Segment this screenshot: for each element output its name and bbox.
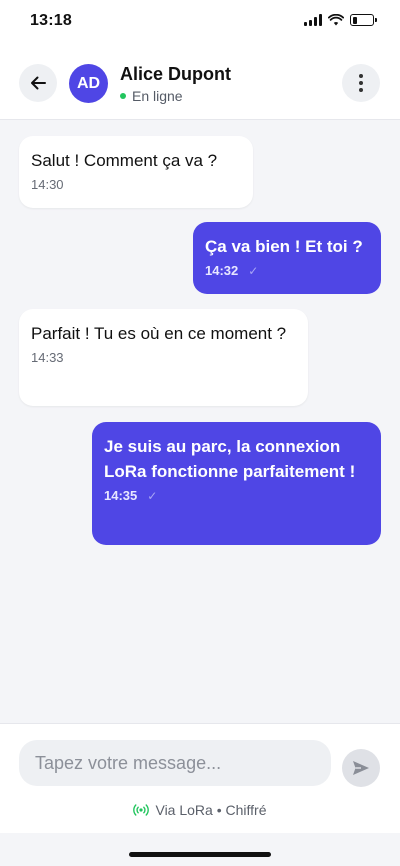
battery-icon bbox=[350, 14, 377, 26]
message-bubble-outgoing[interactable]: Je suis au parc, la connexion LoRa fonct… bbox=[92, 422, 381, 545]
message-composer: Via LoRa • Chiffré bbox=[0, 723, 400, 833]
more-options-button[interactable] bbox=[342, 64, 380, 102]
radio-signal-icon bbox=[133, 804, 150, 816]
message-time: 14:32 bbox=[205, 263, 239, 278]
message-bubble-incoming[interactable]: Salut ! Comment ça va ? 14:30 bbox=[19, 136, 253, 208]
message-bubble-incoming[interactable]: Parfait ! Tu es où en ce moment ? 14:33 bbox=[19, 309, 308, 406]
presence-status: En ligne bbox=[120, 88, 183, 104]
transport-info: Via LoRa • Chiffré bbox=[0, 802, 400, 818]
chat-header: AD Alice Dupont En ligne bbox=[0, 46, 400, 120]
home-indicator[interactable] bbox=[129, 852, 271, 857]
message-text: Salut ! Comment ça va ? bbox=[31, 151, 218, 170]
online-dot-icon bbox=[120, 93, 126, 99]
status-bar: 13:18 bbox=[0, 0, 400, 46]
cellular-signal-icon bbox=[304, 14, 322, 26]
send-button[interactable] bbox=[342, 749, 380, 787]
message-input[interactable] bbox=[19, 740, 331, 786]
avatar[interactable]: AD bbox=[69, 64, 108, 103]
status-icons bbox=[304, 14, 377, 26]
message-bubble-outgoing[interactable]: Ça va bien ! Et toi ? 14:32 ✓ bbox=[193, 222, 381, 294]
message-time: 14:33 bbox=[31, 350, 64, 365]
contact-name: Alice Dupont bbox=[120, 64, 231, 84]
status-time: 13:18 bbox=[30, 12, 72, 29]
message-text: Parfait ! Tu es où en ce moment ? bbox=[31, 324, 287, 343]
message-time: 14:30 bbox=[31, 177, 64, 192]
message-time: 14:35 bbox=[104, 488, 138, 503]
back-button[interactable] bbox=[19, 64, 57, 102]
check-icon: ✓ bbox=[248, 264, 259, 278]
wifi-icon bbox=[328, 14, 344, 26]
battery-level bbox=[352, 16, 358, 24]
check-icon: ✓ bbox=[147, 489, 158, 503]
message-text: Ça va bien ! Et toi ? bbox=[205, 237, 363, 256]
more-vertical-icon bbox=[359, 74, 363, 78]
message-text: Je suis au parc, la connexion LoRa fonct… bbox=[104, 437, 356, 481]
presence-label: En ligne bbox=[132, 88, 183, 104]
transport-label: Via LoRa • Chiffré bbox=[155, 802, 267, 818]
send-icon bbox=[353, 761, 369, 775]
arrow-left-icon bbox=[31, 76, 46, 90]
